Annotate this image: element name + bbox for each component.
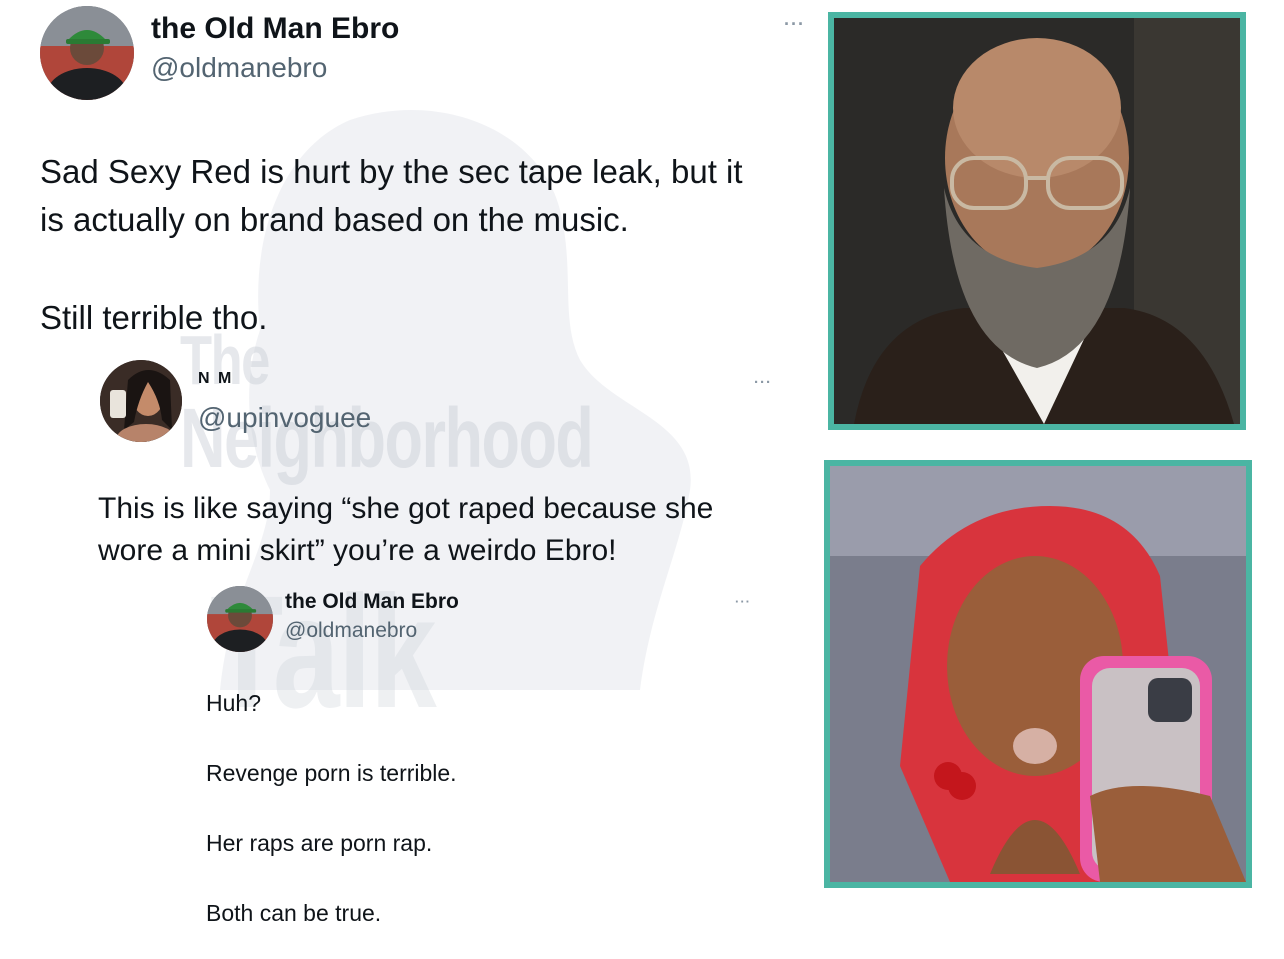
reply-text-line: This is like saying “she got raped becau… bbox=[98, 492, 714, 525]
reply-text-line: Huh? bbox=[206, 690, 261, 716]
photo-woman-selfie bbox=[824, 460, 1252, 888]
more-dots-icon[interactable]: ··· bbox=[754, 374, 772, 391]
display-name[interactable]: N M bbox=[198, 370, 233, 388]
tweet-thread: the Old Man Ebro @oldmanebro ··· Sad Sex… bbox=[0, 0, 820, 959]
photo-man-glasses bbox=[828, 12, 1246, 430]
man-green-cap-avatar-icon bbox=[207, 586, 273, 652]
tweet-text-line: Sad Sexy Red is hurt by the sec tape lea… bbox=[40, 153, 743, 190]
reply-text-line: Her raps are porn rap. bbox=[206, 830, 433, 856]
reply-text-line: Both can be true. bbox=[206, 900, 382, 926]
display-name[interactable]: the Old Man Ebro bbox=[285, 590, 459, 614]
handle[interactable]: @oldmanebro bbox=[285, 619, 417, 643]
reply-text-line: wore a mini skirt” you’re a weirdo Ebro! bbox=[98, 534, 617, 567]
display-name[interactable]: the Old Man Ebro bbox=[151, 12, 399, 46]
avatar[interactable] bbox=[40, 6, 134, 100]
handle[interactable]: @oldmanebro bbox=[151, 52, 327, 84]
avatar[interactable] bbox=[100, 360, 182, 442]
bald-man-glasses-photo bbox=[834, 18, 1240, 424]
red-hair-woman-selfie-photo bbox=[830, 466, 1246, 882]
man-green-cap-avatar-icon bbox=[40, 6, 134, 100]
woman-selfie-avatar-icon bbox=[100, 360, 182, 442]
reply-text-line: Revenge porn is terrible. bbox=[206, 760, 457, 786]
avatar[interactable] bbox=[207, 586, 273, 652]
more-dots-icon[interactable]: ··· bbox=[784, 14, 805, 35]
more-dots-icon[interactable]: ··· bbox=[735, 594, 751, 609]
tweet-text-line: is actually on brand based on the music. bbox=[40, 201, 629, 238]
handle[interactable]: @upinvoguee bbox=[198, 402, 371, 434]
tweet-text-line: Still terrible tho. bbox=[40, 299, 268, 336]
